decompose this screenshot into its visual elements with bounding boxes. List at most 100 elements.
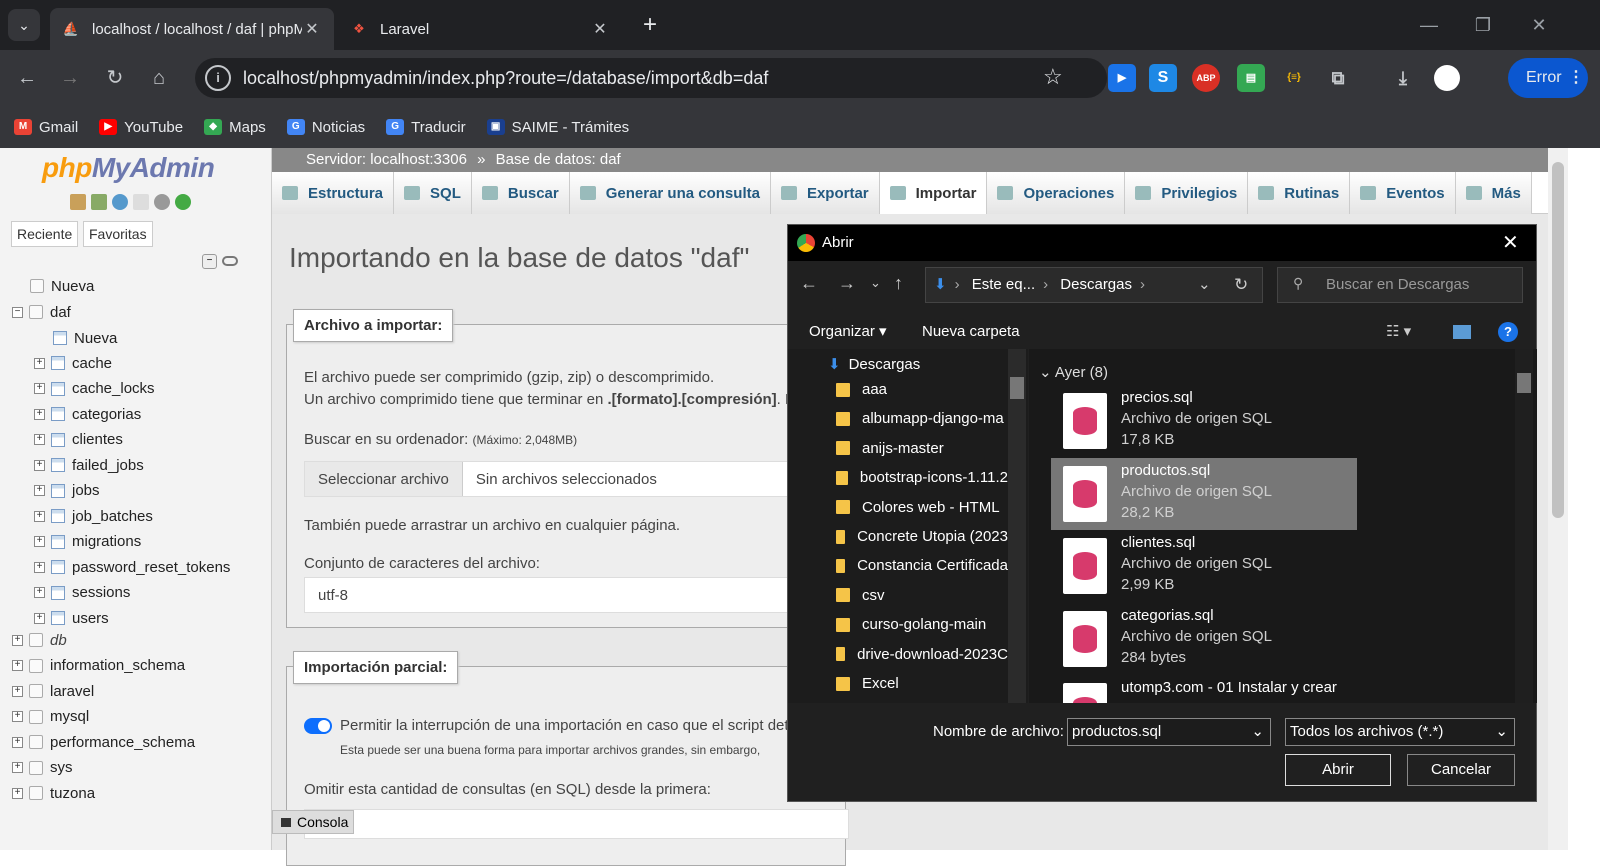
tab-buscar[interactable]: Buscar [471,172,570,214]
tab-operaciones[interactable]: Operaciones [987,172,1126,214]
tree-database-item[interactable]: + tuzona [12,781,95,805]
json-extension-icon[interactable]: {≡} [1280,64,1308,92]
dropdown-icon[interactable]: ⌄ [1495,719,1508,745]
tree-table-item[interactable]: + sessions [34,581,130,605]
tree-table-item[interactable]: + jobs [34,479,100,503]
folder-item[interactable]: curso-golang-main [836,616,1008,633]
tab-phpmyadmin[interactable]: ⛵ localhost / localhost / daf | phpMyAdm… [50,8,334,50]
tab-eventos[interactable]: Eventos [1350,172,1456,214]
close-window-icon[interactable]: ✕ [1524,10,1554,40]
charset-select[interactable]: utf-8 [304,577,849,613]
page-scrollbar[interactable] [1548,148,1568,850]
files-scrollbar[interactable] [1515,349,1533,703]
tree-database-item[interactable]: + mysql [12,705,89,729]
tree-table-item[interactable]: + password_reset_tokens [34,555,230,579]
address-dropdown-icon[interactable]: ⌄ [1198,268,1211,302]
expand-icon[interactable]: + [34,536,45,547]
back-icon[interactable]: ← [800,273,818,294]
expand-icon[interactable]: + [12,660,23,671]
dropdown-icon[interactable]: ⌄ [1251,719,1264,745]
settings-icon[interactable] [154,194,170,210]
tree-table-item[interactable]: + cache [34,351,112,375]
file-type-select[interactable]: Todos los archivos (*.*) ⌄ [1285,718,1515,746]
expand-icon[interactable]: + [34,434,45,445]
expand-icon[interactable]: + [34,612,45,624]
tab-sql[interactable]: SQL [394,172,472,214]
tree-db-daf[interactable]: − daf [12,300,71,324]
filename-input[interactable]: productos.sql ⌄ [1067,718,1271,746]
view-options-icon[interactable]: ☷ ▾ [1386,315,1411,349]
tree-downloads[interactable]: ⬇ Descargas [828,355,1000,374]
folder-item[interactable]: Constancia Certificada [836,557,1008,574]
file-item[interactable]: precios.sql Archivo de origen SQL 17,8 KB [1051,385,1357,457]
open-button[interactable]: Abrir [1285,754,1391,786]
tree-database-item[interactable]: + performance_schema [12,730,195,754]
folder-item[interactable]: aaa [836,381,1008,398]
tree-table-item[interactable]: + users [34,606,109,630]
profile-avatar-icon[interactable] [1434,65,1460,91]
expand-icon[interactable]: + [34,485,45,496]
folder-item[interactable]: albumapp-django-ma [836,410,1008,427]
path-this-pc[interactable]: Este eq... [972,276,1035,293]
tree-table-item[interactable]: + failed_jobs [34,453,144,477]
download-icon[interactable]: ⤓ [1389,64,1417,92]
interrupt-toggle[interactable] [304,718,332,734]
expand-icon[interactable]: + [12,736,23,748]
folder-item[interactable]: bootstrap-icons-1.11.2 [836,469,1008,486]
expand-icon[interactable]: + [12,685,23,697]
tab-más[interactable]: Más [1455,172,1532,214]
tab-exportar[interactable]: Exportar [770,172,880,214]
link-icon[interactable] [222,256,238,266]
expand-icon[interactable]: + [12,634,23,646]
bookmark-noticias[interactable]: G Noticias [286,119,365,136]
extension-icon[interactable]: ▶ [1108,64,1136,92]
bookmark-star-icon[interactable]: ☆ [1043,64,1063,90]
expand-icon[interactable]: + [34,383,45,394]
home-icon[interactable]: ⌂ [141,60,177,96]
expand-icon[interactable]: + [12,762,23,773]
expand-icon[interactable]: + [34,408,45,420]
path-downloads[interactable]: Descargas [1060,276,1132,293]
tree-table-item[interactable]: + cache_locks [34,377,155,401]
search-input[interactable]: Buscar en Descargas [1277,267,1523,303]
reload-icon[interactable]: ↻ [97,60,133,96]
address-bar[interactable]: i localhost/phpmyadmin/index.php?route=/… [195,58,1107,98]
close-dialog-icon[interactable]: ✕ [1502,225,1519,261]
collapse-all-icon[interactable]: − [202,254,217,269]
tab-rutinas[interactable]: Rutinas [1248,172,1351,214]
tab-laravel[interactable]: ❖ Laravel ✕ [338,8,622,50]
tree-new-database[interactable]: Nueva [30,274,94,298]
folder-item[interactable]: csv [836,587,1008,604]
restore-icon[interactable]: ❐ [1468,10,1498,40]
file-item[interactable]: clientes.sql Archivo de origen SQL 2,99 KB [1051,530,1357,602]
tree-database-item[interactable]: + db [12,628,67,652]
cancel-button[interactable]: Cancelar [1407,754,1515,786]
new-tab-button[interactable]: + [636,10,664,40]
site-info-icon[interactable]: i [205,65,231,91]
expand-icon[interactable]: + [34,459,45,471]
expand-icon[interactable]: + [34,357,45,369]
tab-favoritas[interactable]: Favoritas [83,221,153,247]
bookmark-youtube[interactable]: ▶ YouTube [99,119,183,136]
breadcrumb-database[interactable]: Base de datos: daf [496,151,621,168]
pma-logo[interactable]: phpMyAdmin [42,152,215,184]
help-icon[interactable] [112,194,128,210]
extension-green-icon[interactable]: ▤ [1237,64,1265,92]
close-tab-icon[interactable]: ✕ [302,19,322,39]
exit-icon[interactable] [91,194,107,210]
tab-privilegios[interactable]: Privilegios [1125,172,1249,214]
collapse-icon[interactable]: − [12,306,23,318]
tab-importar[interactable]: Importar [879,172,988,214]
docs-icon[interactable] [133,194,149,210]
help-icon[interactable]: ? [1498,322,1518,342]
bookmark-gmail[interactable]: M Gmail [14,119,78,136]
up-icon[interactable]: ↑ [894,273,903,294]
breadcrumb-server[interactable]: Servidor: localhost:3306 [306,151,467,168]
adblock-icon[interactable]: ABP [1192,64,1220,92]
extension-s-icon[interactable]: S [1149,64,1177,92]
tree-database-item[interactable]: + information_schema [12,654,185,678]
bookmark-saime[interactable]: ▣ SAIME - Trámites [486,119,629,136]
expand-icon[interactable]: + [34,587,45,598]
tree-scrollbar[interactable] [1008,349,1026,703]
select-file-button[interactable]: Seleccionar archivo [305,462,463,496]
